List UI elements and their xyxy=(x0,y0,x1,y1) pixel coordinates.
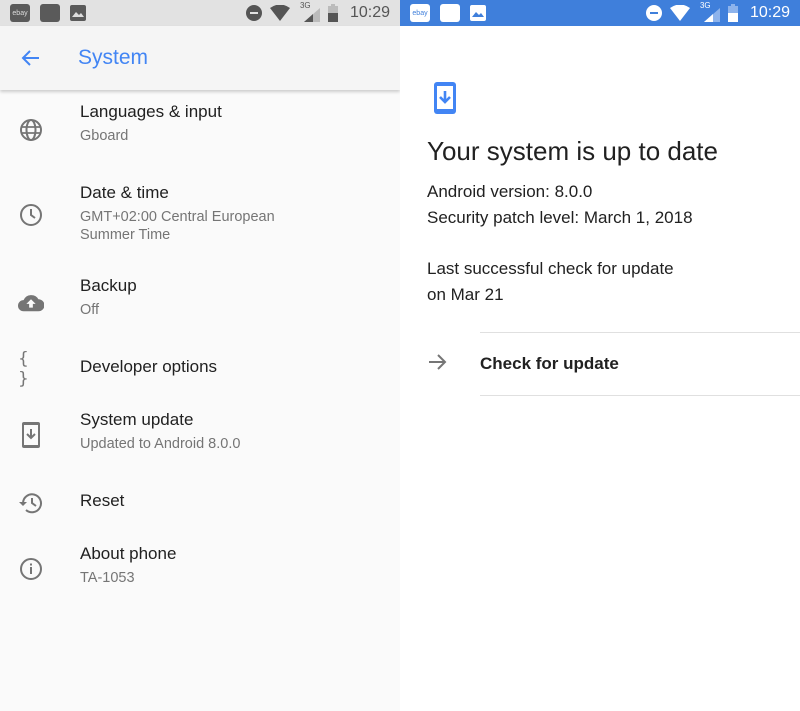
item-title: Date & time xyxy=(80,183,169,202)
ebay-label: ebay xyxy=(412,9,428,17)
image-notification-icon xyxy=(70,5,86,21)
network-type-label: 3G xyxy=(699,1,711,10)
wifi-icon xyxy=(269,5,290,21)
app-toolbar: System xyxy=(0,26,400,90)
android-version: Android version: 8.0.0 xyxy=(427,182,593,201)
do-not-disturb-icon xyxy=(245,5,262,21)
item-summary: Gboard xyxy=(80,128,129,144)
info-icon xyxy=(18,556,44,582)
clock-time: 10:29 xyxy=(749,4,790,21)
settings-item-developer-options[interactable]: { } Developer options xyxy=(0,349,400,396)
arrow-back-icon xyxy=(21,50,39,66)
divider xyxy=(480,395,800,396)
battery-icon xyxy=(727,4,738,22)
back-button[interactable] xyxy=(0,26,62,90)
summary-line-2: Summer Time xyxy=(80,227,171,243)
summary-line-1: GMT+02:00 Central European xyxy=(80,209,275,225)
wifi-icon xyxy=(669,5,690,21)
system-update-screen: ebay 3G 10:29 Your system is up to date … xyxy=(400,0,800,711)
arrow-forward-icon xyxy=(429,354,447,370)
battery-icon xyxy=(327,4,338,22)
clock-time: 10:29 xyxy=(349,4,390,21)
ebay-notification-icon: ebay xyxy=(10,4,30,22)
settings-item-date-time[interactable]: Date & time GMT+02:00 Central European S… xyxy=(0,182,400,252)
braces-icon: { } xyxy=(18,349,29,389)
ebay-notification-icon: ebay xyxy=(410,4,430,22)
item-summary: GMT+02:00 Central European Summer Time xyxy=(80,208,275,244)
network-type-label: 3G xyxy=(299,1,311,10)
system-settings-screen: ebay 3G 10:29 System Languages & input G… xyxy=(0,0,400,711)
clock-icon xyxy=(18,202,44,228)
status-bar: ebay 3G 10:29 xyxy=(0,0,400,26)
signal-3g-icon: 3G xyxy=(698,1,720,22)
app-notification-icon xyxy=(40,4,60,22)
security-patch-level: Security patch level: March 1, 2018 xyxy=(427,208,693,227)
last-check-line-2: on Mar 21 xyxy=(427,285,504,304)
cloud-upload-icon xyxy=(18,289,44,315)
page-title: System xyxy=(78,46,149,69)
item-title: Reset xyxy=(80,491,125,510)
item-title: System update xyxy=(80,410,194,429)
image-notification-icon xyxy=(470,5,486,21)
check-for-update-label: Check for update xyxy=(480,354,619,373)
item-title: Developer options xyxy=(80,357,218,376)
item-summary: TA-1053 xyxy=(80,570,135,586)
item-title: About phone xyxy=(80,544,177,563)
restore-icon xyxy=(18,490,44,516)
item-title: Backup xyxy=(80,276,137,295)
last-check-line-1: Last successful check for update xyxy=(427,259,674,278)
settings-item-system-update[interactable]: System update Updated to Android 8.0.0 xyxy=(0,409,400,469)
do-not-disturb-icon xyxy=(645,5,662,21)
signal-3g-icon: 3G xyxy=(298,1,320,22)
settings-item-backup[interactable]: Backup Off xyxy=(0,275,400,335)
system-update-icon xyxy=(434,82,456,114)
check-for-update-button[interactable]: Check for update xyxy=(400,333,800,395)
app-notification-icon xyxy=(440,4,460,22)
ebay-label: ebay xyxy=(12,9,28,17)
item-summary: Off xyxy=(80,302,100,318)
system-update-icon xyxy=(18,422,44,448)
settings-item-about-phone[interactable]: About phone TA-1053 xyxy=(0,543,400,603)
item-title: Languages & input xyxy=(80,102,222,121)
settings-item-languages[interactable]: Languages & input Gboard xyxy=(0,101,400,161)
status-bar: ebay 3G 10:29 xyxy=(400,0,800,26)
settings-item-reset[interactable]: Reset xyxy=(0,490,400,530)
item-summary: Updated to Android 8.0.0 xyxy=(80,436,241,452)
globe-icon xyxy=(18,117,44,143)
update-status-headline: Your system is up to date xyxy=(427,136,718,166)
